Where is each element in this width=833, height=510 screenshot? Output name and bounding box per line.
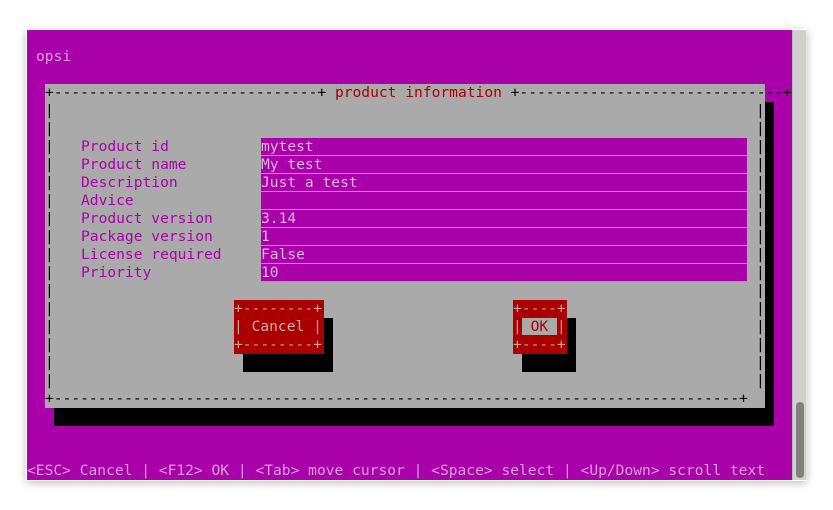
- package-version-input[interactable]: 1: [261, 228, 747, 246]
- advice-input[interactable]: [261, 192, 747, 210]
- license-required-input[interactable]: False: [261, 246, 747, 264]
- label-product-id: Product id: [81, 138, 169, 155]
- priority-input[interactable]: 10: [261, 264, 747, 282]
- license-required-value: False: [261, 246, 305, 263]
- label-license-required: License required: [81, 246, 222, 263]
- dialog-right-border: | | | | | | | | | | | | | | | |: [756, 102, 765, 389]
- label-advice: Advice: [81, 192, 134, 209]
- priority-value: 10: [261, 264, 279, 281]
- ok-button[interactable]: +----+ | OK | +----+: [513, 300, 567, 354]
- package-version-value: 1: [261, 228, 270, 245]
- label-description: Description: [81, 174, 178, 191]
- dialog-bottom-border: +---------------------------------------…: [45, 390, 748, 407]
- product-version-input[interactable]: 3.14: [261, 210, 747, 228]
- cancel-button-label: Cancel: [251, 318, 305, 335]
- terminal-scrollbar[interactable]: [792, 30, 807, 480]
- app-title: opsi: [36, 48, 72, 65]
- cancel-button[interactable]: +--------+ | Cancel | +--------+: [234, 300, 324, 354]
- label-product-name: Product name: [81, 156, 187, 173]
- product-id-input[interactable]: mytest: [261, 138, 747, 156]
- scrollbar-thumb[interactable]: [796, 402, 804, 478]
- terminal-screen: opsi +------------------------------+ pr…: [27, 30, 792, 480]
- product-id-value: mytest: [261, 138, 314, 155]
- description-input[interactable]: Just a test: [261, 174, 747, 192]
- description-value: Just a test: [261, 174, 358, 191]
- product-name-value: My test: [261, 156, 323, 173]
- dialog-top-border: +------------------------------+ product…: [45, 84, 792, 101]
- product-information-dialog: +------------------------------+ product…: [45, 84, 792, 408]
- label-package-version: Package version: [81, 228, 213, 245]
- label-product-version: Product version: [81, 210, 213, 227]
- ok-button-label: OK: [530, 318, 549, 335]
- product-name-input[interactable]: My test: [261, 156, 747, 174]
- label-priority: Priority: [81, 264, 152, 281]
- dialog-title: product information: [334, 84, 502, 101]
- product-version-value: 3.14: [261, 210, 297, 227]
- dialog-left-border: | | | | | | | | | | | | | | | |: [45, 102, 54, 389]
- key-hints-statusbar: <ESC> Cancel | <F12> OK | <Tab> move cur…: [27, 462, 766, 479]
